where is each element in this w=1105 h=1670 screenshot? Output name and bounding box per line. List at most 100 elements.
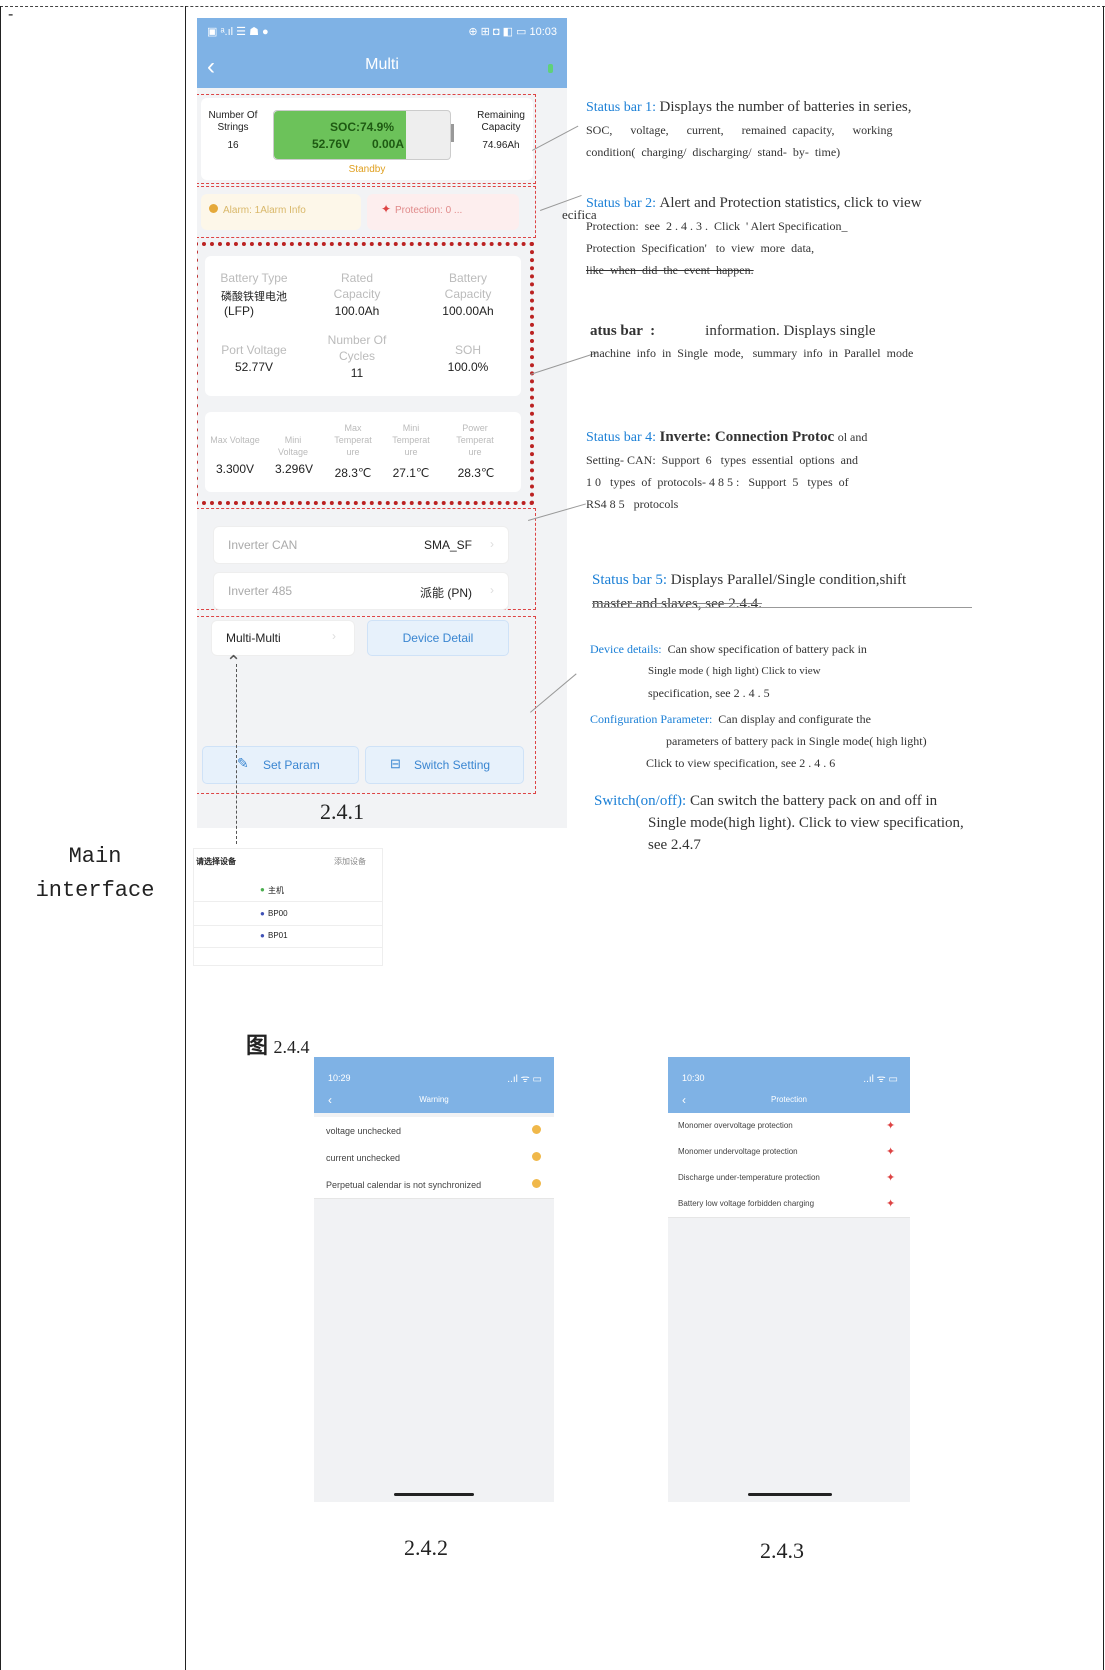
device-option[interactable]: ● 主机: [194, 879, 382, 902]
inverter-485-row[interactable]: Inverter 485 派能 (PN) ›: [213, 572, 509, 610]
protection-button[interactable]: ✦ Protection: 0 ...: [367, 194, 519, 230]
battery-type-label: Battery Type: [220, 271, 288, 285]
battery-capacity-value: 100.00Ah: [442, 304, 494, 318]
inverter-can-row[interactable]: Inverter CAN SMA_SF ›: [213, 526, 509, 564]
set-param-button[interactable]: ✎ Set Param: [202, 746, 359, 784]
battery-type-value: 磷酸铁锂电池: [221, 291, 287, 303]
device-option[interactable]: ● BP00: [194, 903, 382, 926]
nav-title: Multi: [365, 56, 399, 73]
annotation-line: Can display and configurate the: [718, 712, 871, 726]
inverter-can-label: Inverter CAN: [228, 538, 298, 552]
port-voltage-value: 52.77V: [234, 360, 274, 374]
annotation-line: specification, see 2 . 4 . 5: [648, 686, 770, 700]
soc-text: SOC:74.9%: [329, 120, 395, 134]
main-interface-screenshot: ▣ ᵃ.ıl ☰ ☗ ● ⊕ ⊞ ◘ ◧ ▭ 10:03 ‹ Multi Num…: [197, 18, 567, 828]
rated-capacity-label: Rated Capacity: [333, 271, 381, 301]
table-left-border: [0, 6, 1, 1670]
nav-bar: ‹ Multi: [197, 44, 567, 88]
annotation-line: Single mode(high light). Click to view s…: [648, 815, 964, 831]
status-dot-icon: ●: [260, 909, 265, 918]
min-temp-label: Mini Temperat ure: [392, 423, 430, 457]
arrow-up-icon: ⌃: [226, 652, 242, 672]
annotation-title: Status bar 4:: [586, 430, 656, 445]
annotation-line: see 2.4.7: [648, 837, 701, 853]
protection-icon: ✦: [886, 1198, 896, 1210]
device-select-title: 请选择设备: [196, 857, 236, 866]
underline-rule: [592, 607, 972, 608]
warning-icon: [532, 1152, 541, 1161]
protection-text: Protection: 0 ...: [395, 205, 463, 216]
figure-number: 2.4.4: [273, 1037, 310, 1057]
annotation-line: information. Displays single: [705, 323, 876, 339]
protection-text: Monomer undervoltage protection: [678, 1147, 798, 1156]
annotation-status-bar-5: Status bar 5: Displays Parallel/Single c…: [592, 568, 992, 616]
annotation-status-bar-3: atus bar : information. Displays single m…: [590, 320, 1070, 364]
bluetooth-indicator-icon: [548, 64, 553, 73]
cycles-value: 11: [350, 366, 364, 380]
time-text: 10:30: [682, 1073, 705, 1083]
list-item[interactable]: Monomer undervoltage protection ✦: [668, 1139, 910, 1166]
time-text: 10:29: [328, 1073, 351, 1083]
warning-text: voltage unchecked: [326, 1126, 402, 1136]
protection-icon: ✦: [886, 1146, 896, 1158]
protection-icon: ✦: [381, 202, 392, 216]
list-item[interactable]: Perpetual calendar is not synchronized: [314, 1171, 554, 1199]
battery-gauge: SOC:74.9% 52.76V 0.00A: [273, 110, 451, 160]
warning-header: 10:29 ..ıl ᯤ ▭ ‹ Warning: [314, 1057, 554, 1113]
cell-stats-card: Max Voltage 3.300V Mini Voltage 3.296V M…: [205, 412, 521, 492]
max-temp-value: 28.3℃: [334, 466, 372, 480]
protection-title: Protection: [770, 1095, 808, 1104]
max-temp-label: Max Temperat ure: [334, 423, 372, 457]
figure-caption-2-4-3: 2.4.3: [760, 1538, 804, 1563]
soc-fill-bar: [274, 111, 406, 159]
protection-icon: ✦: [886, 1172, 896, 1184]
annotation-line: Displays Parallel/Single condition,shift: [670, 572, 907, 588]
annotation-configuration-parameter: Configuration Parameter: Can display and…: [590, 708, 1100, 774]
warning-icon: [532, 1179, 541, 1188]
warning-icon: [532, 1125, 541, 1134]
switch-setting-label: Switch Setting: [414, 758, 491, 772]
chevron-right-icon: ›: [332, 629, 336, 643]
annotation-line: 1 0 types of protocols- 4 8 5 : Support …: [586, 475, 849, 489]
device-detail-button[interactable]: Device Detail: [367, 620, 509, 656]
annotation-line: Can show specification of battery pack i…: [667, 642, 867, 656]
device-select-right: 添加设备: [334, 857, 366, 866]
inverter-485-value: 派能 (PN): [420, 586, 472, 600]
power-temp-value: 28.3℃: [457, 466, 495, 480]
multi-mode-label: Multi-Multi: [226, 631, 281, 645]
battery-terminal-icon: [451, 124, 454, 142]
remaining-value: 74.96Ah: [482, 140, 520, 151]
list-item[interactable]: Discharge under-temperature protection ✦: [668, 1165, 910, 1192]
figure-prefix: 图: [246, 1034, 269, 1059]
chevron-right-icon: ›: [490, 583, 494, 597]
current-text: 0.00A: [372, 137, 405, 151]
annotation-title: Device details:: [590, 642, 662, 656]
home-indicator: [394, 1493, 474, 1496]
switch-setting-button[interactable]: ⊟ Switch Setting: [365, 746, 524, 784]
inverter-485-label: Inverter 485: [228, 584, 293, 598]
list-item[interactable]: Monomer overvoltage protection ✦: [668, 1113, 910, 1140]
warning-title: Warning: [419, 1095, 449, 1104]
annotation-status-bar-2: Status bar 2: Alert and Protection stati…: [586, 192, 1086, 281]
status-dot-icon: ●: [260, 931, 265, 940]
list-item[interactable]: current unchecked: [314, 1144, 554, 1172]
annotation-status-bar-1: Status bar 1: Displays the number of bat…: [586, 96, 1086, 163]
port-voltage-label: Port Voltage: [221, 343, 287, 357]
multi-mode-button[interactable]: Multi-Multi ›: [211, 620, 355, 656]
table-top-border: [0, 6, 1105, 7]
device-option[interactable]: ● BP01: [194, 925, 382, 948]
list-item[interactable]: voltage unchecked: [314, 1117, 554, 1145]
device-select-screenshot: 请选择设备 添加设备 ● 主机 ● BP00 ● BP01: [193, 848, 383, 966]
pencil-icon: ✎: [237, 755, 249, 771]
state-text: Standby: [348, 164, 386, 175]
alarm-text: Alarm: 1Alarm Info: [223, 205, 306, 216]
rated-capacity-value: 100.0Ah: [334, 304, 380, 318]
alarm-button[interactable]: Alarm: 1Alarm Info: [201, 194, 361, 230]
annotation-device-details: Device details: Can show specification o…: [590, 638, 1090, 704]
annotation-line: RS4 8 5 protocols: [586, 497, 679, 511]
annotation-line: master and slaves, see 2.4.4.: [592, 596, 762, 612]
list-item[interactable]: Battery low voltage forbidden charging ✦: [668, 1191, 910, 1218]
annotation-line: Alert and Protection statistics, click t…: [659, 195, 922, 211]
protection-header: 10:30 ..ıl ᯤ ▭ ‹ Protection: [668, 1057, 910, 1113]
voltage-text: 52.76V: [312, 137, 351, 151]
